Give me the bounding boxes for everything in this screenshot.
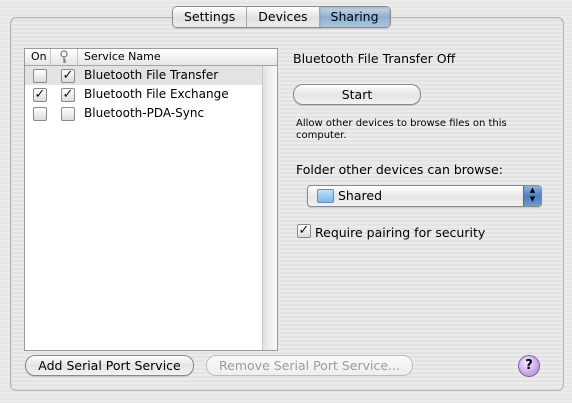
column-header-on[interactable]: On: [25, 49, 51, 65]
tab-bar: Settings Devices Sharing: [172, 6, 391, 28]
tab-sharing[interactable]: Sharing: [319, 7, 390, 27]
start-button[interactable]: Start: [293, 84, 421, 105]
service-name: Bluetooth-PDA-Sync: [84, 106, 205, 120]
secure-checkbox[interactable]: ✓: [61, 69, 75, 83]
list-item[interactable]: Bluetooth-PDA-Sync: [25, 104, 262, 123]
key-icon: [60, 50, 68, 63]
folder-icon: [317, 189, 334, 203]
column-header-service-name[interactable]: Service Name: [78, 49, 262, 65]
on-checkbox[interactable]: [33, 69, 47, 83]
on-checkbox[interactable]: ✓: [33, 88, 47, 102]
list-header: On Service Name: [25, 49, 277, 66]
service-description: Allow other devices to browse files on t…: [296, 118, 507, 141]
help-button[interactable]: ?: [518, 355, 540, 377]
require-pairing-label: Require pairing for security: [315, 225, 486, 240]
column-header-secure[interactable]: [51, 49, 78, 65]
add-serial-port-button[interactable]: Add Serial Port Service: [25, 355, 194, 376]
list-item[interactable]: ✓ ✓ Bluetooth File Exchange: [25, 85, 262, 104]
folder-value: Shared: [338, 188, 383, 203]
secure-checkbox[interactable]: ✓: [61, 88, 75, 102]
secure-checkbox[interactable]: [61, 107, 75, 121]
require-pairing-checkbox[interactable]: ✓: [297, 224, 311, 238]
service-name: Bluetooth File Exchange: [84, 87, 229, 101]
on-checkbox[interactable]: [33, 107, 47, 121]
folder-popup[interactable]: Shared ▲ ▼: [307, 185, 542, 207]
remove-serial-port-button[interactable]: Remove Serial Port Service...: [206, 355, 413, 376]
service-name: Bluetooth File Transfer: [84, 68, 219, 82]
tab-settings[interactable]: Settings: [173, 7, 248, 27]
folder-label: Folder other devices can browse:: [296, 162, 503, 177]
list-scrollbar[interactable]: [262, 66, 277, 350]
service-status: Bluetooth File Transfer Off: [293, 51, 456, 66]
tab-devices[interactable]: Devices: [247, 7, 320, 27]
list-item[interactable]: ✓ Bluetooth File Transfer: [25, 66, 262, 85]
services-list: On Service Name ✓ Bluetooth File Transfe…: [24, 48, 278, 351]
popup-arrows-icon: ▲ ▼: [523, 186, 541, 206]
